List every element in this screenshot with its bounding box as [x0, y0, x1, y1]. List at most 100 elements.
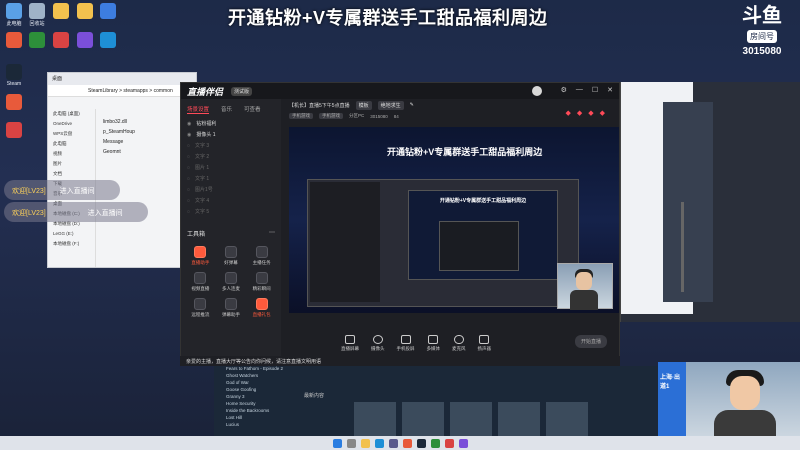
explorer-address-bar[interactable]: SteamLibrary > steamapps > common [48, 85, 196, 97]
file-explorer-icon[interactable] [360, 438, 370, 448]
eye-icon[interactable]: ◉ [187, 121, 191, 127]
app-icon[interactable] [3, 122, 25, 138]
camera-button[interactable]: 摄像头 [371, 334, 385, 352]
folder-icon[interactable] [74, 3, 96, 19]
speaker-button[interactable]: 扬声器 [478, 334, 491, 352]
avatar[interactable] [531, 86, 542, 96]
room-action-icons[interactable]: ◆◆◆◆ [565, 109, 611, 117]
game-item[interactable]: Home Security [214, 401, 294, 408]
game-thumbnail[interactable] [402, 402, 444, 436]
eye-icon[interactable]: ◌ [187, 165, 190, 171]
start-live-button[interactable]: 开始直播 [574, 335, 607, 348]
app-icon[interactable] [402, 438, 412, 448]
game-item[interactable]: Fears to Fathom - Episode 2 [214, 366, 294, 373]
tool-video-live[interactable]: 视频直播 [185, 272, 216, 292]
windows-start-icon[interactable] [332, 438, 342, 448]
tool-highlights[interactable]: 精彩瞬间 [246, 272, 277, 292]
screen-capture-button[interactable]: 直播屏幕 [341, 334, 359, 352]
tool-danmaku[interactable]: 好弹幕 [216, 246, 247, 266]
tab-scenes[interactable]: 场景设置 [187, 105, 210, 114]
close-icon[interactable]: ✕ [607, 86, 613, 96]
game-item[interactable]: Lost Hill [214, 415, 294, 422]
more-icon[interactable]: ⋯ [269, 229, 275, 238]
game-item[interactable]: Ghost Watchers [214, 373, 294, 380]
game-thumbnail[interactable] [498, 402, 540, 436]
nav-item[interactable]: 本地磁盘 (F:) [48, 239, 95, 249]
eye-icon[interactable]: ◌ [187, 209, 190, 215]
this-pc-icon[interactable]: 此电脑 [3, 3, 25, 27]
game-item[interactable]: Goose Goofing [214, 387, 294, 394]
volume-slider[interactable] [681, 202, 684, 292]
tool-multi-mic[interactable]: 多人连麦 [216, 272, 247, 292]
scene-item[interactable]: ◌ 文字 1 [181, 173, 281, 184]
minimize-icon[interactable]: — [576, 86, 583, 96]
scene-item[interactable]: ◌ 文字 3 [181, 140, 281, 151]
eye-icon[interactable]: ◌ [187, 187, 190, 193]
nav-item[interactable]: 视频 [48, 149, 95, 159]
app-icon[interactable] [74, 32, 96, 48]
scene-item[interactable]: ◉ 钻粉福利 [181, 118, 281, 129]
game-thumbnail[interactable] [546, 402, 588, 436]
tab-music[interactable]: 音乐 [221, 105, 232, 114]
nav-item[interactable]: OneDrive [48, 119, 95, 129]
app-icon[interactable] [50, 32, 72, 48]
maximize-icon[interactable]: ☐ [592, 86, 598, 96]
tool-danmaku-helper[interactable]: 弹幕助手 [216, 298, 247, 318]
app-icon[interactable] [458, 438, 468, 448]
scene-item[interactable]: ◌ 文字 4 [181, 195, 281, 206]
game-thumbnail[interactable] [354, 402, 396, 436]
settings-icon[interactable]: ⚙ [561, 86, 567, 96]
room-tag[interactable]: 模板 [355, 100, 372, 110]
room-subtag[interactable]: 手机游戏 [289, 113, 313, 119]
phone-cast-button[interactable]: 手机投屏 [397, 334, 415, 352]
folder-icon[interactable] [50, 3, 72, 19]
scene-item[interactable]: ◌ 文字 5 [181, 206, 281, 217]
recycle-bin-icon[interactable]: 回收站 [26, 3, 48, 27]
room-subtag[interactable]: 手机游戏 [319, 113, 343, 119]
nav-item[interactable]: 此电脑 [48, 139, 95, 149]
app-icon[interactable] [97, 3, 119, 19]
game-item[interactable]: Granny 3 [214, 394, 294, 401]
edge-icon[interactable] [374, 438, 384, 448]
app-icon[interactable] [26, 32, 48, 48]
room-title[interactable]: 【机长】直播5下午5点直播 [289, 102, 350, 109]
file-item[interactable]: Geomnt [103, 149, 135, 159]
tool-gift-pack[interactable]: 直播礼包 [246, 298, 277, 318]
edit-icon[interactable]: ✎ [410, 102, 414, 108]
nav-item[interactable]: 图片 [48, 159, 95, 169]
game-thumbnail[interactable] [450, 402, 492, 436]
tab-view[interactable]: 可查看 [244, 105, 261, 114]
scene-item[interactable]: ◌ 图片 1 [181, 162, 281, 173]
steam-icon[interactable] [416, 438, 426, 448]
scene-item[interactable]: ◌ 文字 2 [181, 151, 281, 162]
store-icon[interactable] [388, 438, 398, 448]
app-icon[interactable] [430, 438, 440, 448]
app-icon[interactable] [3, 32, 25, 48]
media-button[interactable]: 多媒体 [427, 334, 440, 352]
room-area[interactable]: 绝地求生 [377, 100, 404, 110]
game-item[interactable]: Inside the Backrooms [214, 408, 294, 415]
tool-tasks[interactable]: 主播任务 [246, 246, 277, 266]
scene-item[interactable]: ◉ 摄像头 1 [181, 129, 281, 140]
file-explorer-window[interactable]: 桌面 SteamLibrary > steamapps > common 此电脑… [47, 72, 197, 268]
microphone-button[interactable]: 麦克风 [452, 334, 466, 352]
file-item[interactable]: limbo32.dll [103, 119, 135, 129]
app-icon[interactable] [444, 438, 454, 448]
app-icon[interactable] [3, 94, 25, 110]
eye-icon[interactable]: ◉ [187, 132, 191, 138]
tool-remote-push[interactable]: 远程推流 [185, 298, 216, 318]
search-icon[interactable] [346, 438, 356, 448]
eye-icon[interactable]: ◌ [187, 176, 190, 182]
nav-item[interactable]: LeGG (E:) [48, 229, 95, 239]
game-item[interactable]: God of War [214, 380, 294, 387]
eye-icon[interactable]: ◌ [187, 143, 190, 149]
nav-item[interactable]: WPS云盘 [48, 129, 95, 139]
eye-icon[interactable]: ◌ [187, 154, 190, 160]
nav-item[interactable]: 此电脑 (桌面) [48, 109, 95, 119]
nav-item[interactable]: 文档 [48, 169, 95, 179]
app-icon[interactable] [97, 32, 119, 48]
file-item[interactable]: Message [103, 139, 135, 149]
game-item[interactable]: Lucius [214, 422, 294, 429]
eye-icon[interactable]: ◌ [187, 198, 190, 204]
file-item[interactable]: p_SteamHoup [103, 129, 135, 139]
